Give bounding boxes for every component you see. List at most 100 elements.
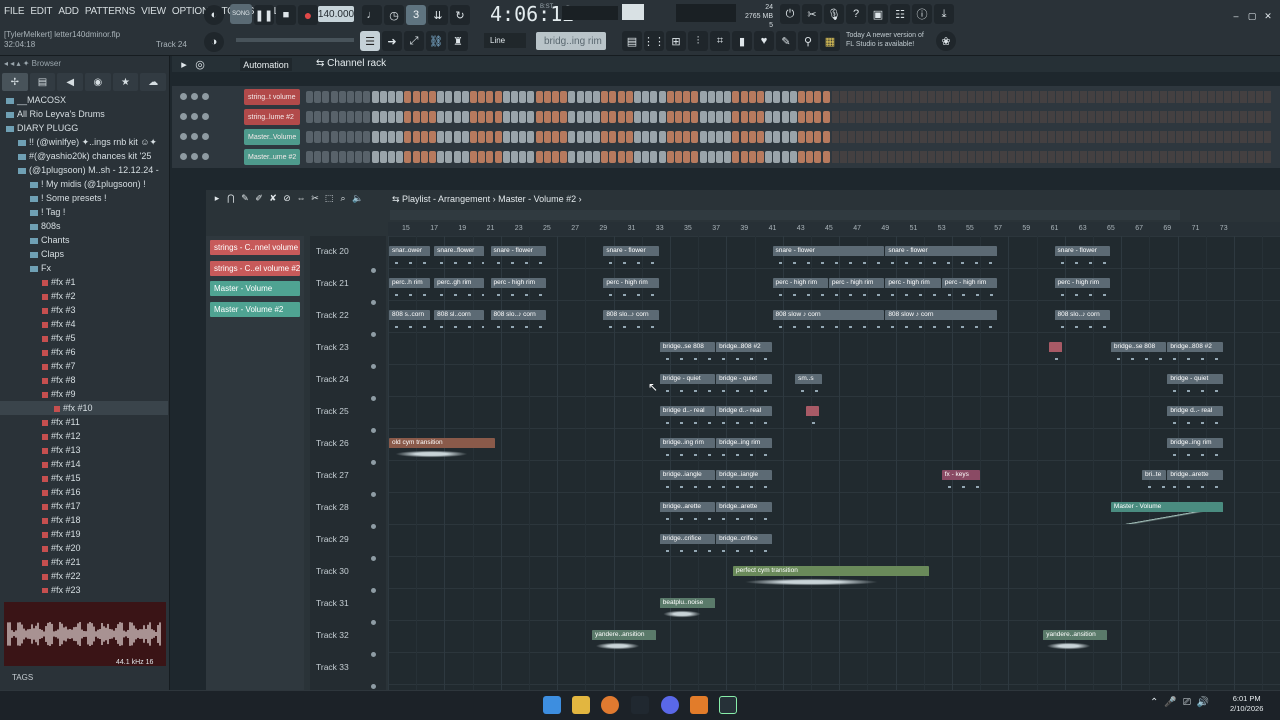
step-button[interactable]: [765, 151, 773, 163]
step-button[interactable]: [691, 111, 699, 123]
mixer-window-icon[interactable]: ⊞: [666, 31, 686, 51]
step-button[interactable]: [396, 111, 404, 123]
browser-item[interactable]: ! Tag !: [0, 205, 168, 219]
pause-button[interactable]: ❚❚: [254, 5, 274, 25]
step-button[interactable]: [757, 151, 764, 163]
step-button[interactable]: [601, 91, 609, 103]
step-button[interactable]: [707, 131, 715, 143]
step-button[interactable]: [306, 91, 313, 103]
step-button[interactable]: [707, 151, 715, 163]
step-button[interactable]: [437, 151, 445, 163]
step-button[interactable]: [519, 131, 527, 143]
step-button[interactable]: [379, 91, 387, 103]
step-button[interactable]: [724, 151, 732, 163]
snap-mode-selector[interactable]: Line: [484, 33, 526, 48]
wait-input-icon[interactable]: ◷: [384, 5, 404, 25]
step-button[interactable]: [798, 111, 805, 123]
step-button[interactable]: [527, 91, 535, 103]
step-button[interactable]: [650, 131, 658, 143]
draw-tool-icon[interactable]: ✎: [240, 193, 250, 203]
track-mute-icon[interactable]: [371, 492, 376, 497]
step-button[interactable]: [593, 151, 600, 163]
playlist-clip[interactable]: snare - flower: [772, 246, 885, 268]
magnet-icon[interactable]: ⚲: [798, 31, 818, 51]
mute-led-icon[interactable]: [180, 93, 187, 100]
solo-led-icon[interactable]: [191, 113, 198, 120]
step-button[interactable]: [732, 151, 740, 163]
step-button[interactable]: [757, 91, 764, 103]
playlist-clip[interactable]: beatplu..noise: [659, 598, 716, 620]
clip-source-item[interactable]: strings - C..nnel volume: [210, 240, 300, 255]
playlist-clip[interactable]: bridge..arette: [1167, 470, 1223, 492]
step-button[interactable]: [666, 151, 674, 163]
playlist-clip[interactable]: bridge..crifice: [659, 534, 716, 556]
step-button[interactable]: [330, 111, 338, 123]
step-button[interactable]: [314, 131, 322, 143]
playlist-clip[interactable]: [1048, 342, 1062, 364]
step-button[interactable]: [445, 151, 453, 163]
step-button[interactable]: [675, 111, 682, 123]
step-button[interactable]: [609, 111, 617, 123]
update-notice[interactable]: Today A newer version of FL Studio is av…: [846, 31, 924, 49]
track-name[interactable]: Track 20: [316, 246, 349, 256]
browser-item[interactable]: #fx #9: [0, 387, 168, 401]
playlist-clip[interactable]: perc - high rim: [885, 278, 941, 300]
step-button[interactable]: [437, 131, 445, 143]
browser-item[interactable]: #fx #15: [0, 471, 168, 485]
step-button[interactable]: [814, 91, 822, 103]
mixer-icon[interactable]: ☷: [890, 4, 910, 24]
automation-filter[interactable]: Automation: [240, 58, 292, 71]
step-button[interactable]: [404, 111, 412, 123]
step-button[interactable]: [576, 111, 584, 123]
step-button[interactable]: [781, 151, 789, 163]
step-button[interactable]: [306, 151, 313, 163]
rack-channel-button[interactable]: Master..ume #2: [244, 149, 300, 165]
track-mute-icon[interactable]: [371, 428, 376, 433]
playlist-clip[interactable]: snare..flower: [434, 246, 484, 268]
playlist-clip[interactable]: bridge..se 808: [659, 342, 716, 364]
step-button[interactable]: [593, 131, 600, 143]
playlist-clip[interactable]: snare - flower: [1054, 246, 1110, 268]
step-button[interactable]: [773, 111, 781, 123]
browser-item[interactable]: #fx #11: [0, 415, 168, 429]
step-button[interactable]: [527, 151, 535, 163]
step-button[interactable]: [470, 111, 477, 123]
step-button[interactable]: [429, 91, 436, 103]
step-button[interactable]: [535, 151, 543, 163]
track-mute-icon[interactable]: [371, 300, 376, 305]
timeline-ruler[interactable]: 15 17 19 21 23 25 27 29 31 33 35 37 39 41 43 45 47 49 51 53…: [388, 222, 1280, 236]
step-button[interactable]: [470, 131, 477, 143]
step-button[interactable]: [429, 111, 436, 123]
step-button[interactable]: [822, 91, 830, 103]
tray-icons[interactable]: ⌃🎤⎚🔊: [1150, 697, 1215, 708]
step-button[interactable]: [396, 131, 404, 143]
step-button[interactable]: [814, 131, 822, 143]
playlist-clip[interactable]: [806, 406, 820, 428]
step-button[interactable]: [511, 91, 518, 103]
step-button[interactable]: [412, 91, 420, 103]
playlist-clip[interactable]: 808 s..corn: [389, 310, 431, 332]
step-button[interactable]: [347, 111, 354, 123]
step-button[interactable]: [576, 131, 584, 143]
step-button[interactable]: [453, 91, 461, 103]
step-button[interactable]: [355, 131, 363, 143]
step-button[interactable]: [699, 111, 707, 123]
step-button[interactable]: [814, 111, 822, 123]
browser-item[interactable]: #fx #5: [0, 331, 168, 345]
browser-item[interactable]: #(@yashio20k) chances kit '25: [0, 149, 168, 163]
step-button[interactable]: [314, 151, 322, 163]
step-button[interactable]: [757, 111, 764, 123]
pattern-selector[interactable]: bridg..ing rim: [536, 32, 606, 50]
sample-preview-waveform[interactable]: [4, 602, 166, 666]
browser-item[interactable]: #fx #8: [0, 373, 168, 387]
step-button[interactable]: [420, 111, 428, 123]
step-button[interactable]: [388, 111, 395, 123]
rack-channel-button[interactable]: Master..Volume: [244, 129, 300, 145]
browser-item[interactable]: DIARY PLUGG: [0, 121, 168, 135]
fl-logo-icon[interactable]: ❀: [936, 31, 956, 51]
playlist-clip[interactable]: bri..te: [1141, 470, 1167, 492]
step-button[interactable]: [691, 91, 699, 103]
playlist-clip[interactable]: bridge - quiet: [716, 374, 772, 396]
step-button[interactable]: [420, 91, 428, 103]
step-button[interactable]: [748, 151, 756, 163]
